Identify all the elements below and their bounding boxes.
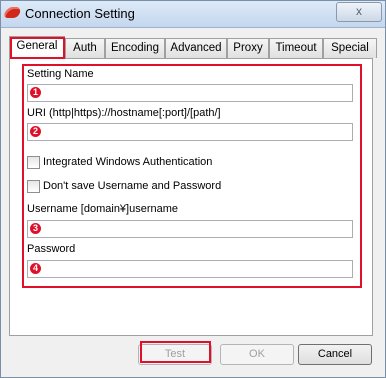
tab-proxy[interactable]: Proxy (227, 38, 269, 58)
connection-setting-dialog: Connection Setting x General Auth Encodi… (0, 0, 386, 378)
username-label: Username [domain¥]username (27, 203, 179, 215)
test-button-highlight-box (140, 341, 211, 363)
setting-name-input[interactable]: 1 (27, 84, 353, 102)
integrated-windows-auth-label: Integrated Windows Authentication (43, 156, 213, 168)
title-bar: Connection Setting x (1, 1, 385, 28)
uri-label: URI (http|https)://hostname[:port]/[path… (27, 107, 221, 119)
integrated-windows-auth-checkbox[interactable] (27, 156, 40, 169)
marker-2-badge: 2 (30, 126, 41, 137)
username-input[interactable]: 3 (27, 220, 353, 238)
tab-auth[interactable]: Auth (65, 38, 105, 58)
uri-input[interactable]: 2 (27, 123, 353, 141)
marker-3-badge: 3 (30, 223, 41, 234)
dont-save-credentials-checkbox[interactable] (27, 180, 40, 193)
password-input[interactable]: 4 (27, 260, 353, 278)
marker-1-badge: 1 (30, 87, 41, 98)
marker-4-badge: 4 (30, 263, 41, 274)
close-button[interactable]: x (336, 2, 382, 22)
tab-timeout[interactable]: Timeout (269, 38, 323, 58)
ok-button[interactable]: OK (220, 344, 294, 365)
password-label: Password (27, 243, 76, 255)
cancel-button[interactable]: Cancel (298, 344, 372, 365)
tab-advanced[interactable]: Advanced (165, 38, 227, 58)
dont-save-credentials-label: Don't save Username and Password (43, 180, 222, 192)
window-title: Connection Setting (25, 6, 135, 21)
setting-name-label: Setting Name (27, 68, 94, 80)
app-logo-icon (2, 7, 23, 18)
tab-highlight-box (10, 37, 65, 59)
general-panel: Setting Name 1 URI (http|https)://hostna… (9, 58, 373, 336)
tab-encoding[interactable]: Encoding (105, 38, 165, 58)
tab-special[interactable]: Special (323, 38, 377, 58)
